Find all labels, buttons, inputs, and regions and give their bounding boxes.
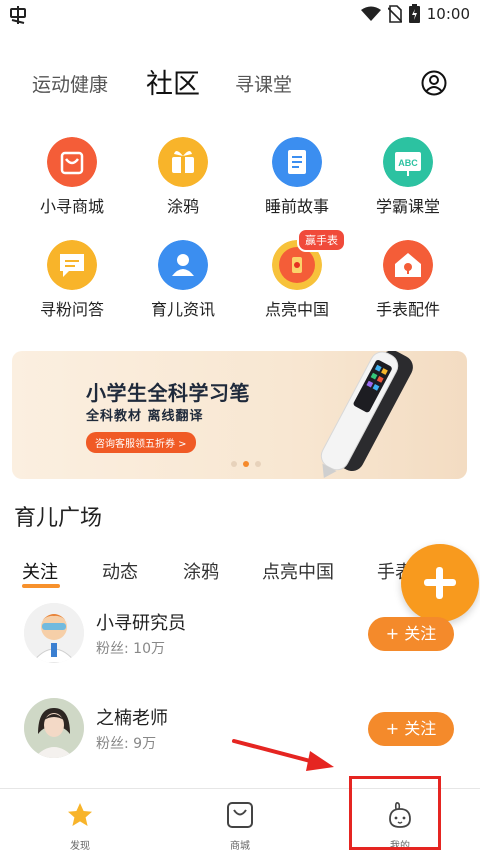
subtab-following[interactable]: 关注 bbox=[22, 558, 58, 584]
grid-label: 学霸课堂 bbox=[375, 197, 440, 216]
banner-subtitle: 全科教材 离线翻译 bbox=[86, 409, 204, 424]
grid-item-watch-accessories[interactable]: 手表配件 bbox=[358, 240, 458, 330]
star-icon bbox=[68, 803, 92, 826]
banner-title: 小学生全科学习笔 bbox=[86, 381, 250, 405]
grid-label: 手表配件 bbox=[375, 300, 440, 319]
carousel-dots bbox=[231, 461, 261, 467]
avatar[interactable] bbox=[24, 603, 84, 663]
grid-item-qa[interactable]: 寻粉问答 bbox=[22, 240, 122, 330]
nav-mall[interactable]: 商城 bbox=[160, 789, 320, 853]
no-sim-icon bbox=[387, 4, 402, 23]
active-tab-underline bbox=[22, 584, 60, 588]
carousel-dot[interactable] bbox=[231, 461, 237, 467]
avatar[interactable] bbox=[24, 698, 84, 758]
user-name: 小寻研究员 bbox=[96, 613, 186, 634]
promo-banner[interactable]: 小学生全科学习笔 全科教材 离线翻译 咨询客服领五折券 > bbox=[12, 351, 467, 479]
wifi-icon bbox=[360, 6, 381, 21]
tab-community[interactable]: 社区 bbox=[146, 62, 200, 101]
researcher-avatar-icon bbox=[24, 603, 84, 663]
abc-board-icon: ABC bbox=[383, 137, 433, 187]
nav-label: 商城 bbox=[230, 841, 250, 852]
bag-icon bbox=[227, 802, 253, 828]
shop-bag-icon bbox=[47, 137, 97, 187]
grid-label: 涂鸦 bbox=[166, 197, 199, 216]
grid-label: 睡前故事 bbox=[264, 197, 329, 216]
user-fans-count: 粉丝: 10万 bbox=[96, 641, 165, 657]
highlight-box bbox=[349, 776, 441, 850]
grid-item-light-china[interactable]: 赢手表 点亮中国 bbox=[247, 228, 347, 330]
banner-coupon-button[interactable]: 咨询客服领五折券 > bbox=[86, 432, 196, 453]
tab-sports-health[interactable]: 运动健康 bbox=[32, 70, 108, 97]
learning-pen-image bbox=[320, 351, 413, 478]
nav-discover[interactable]: 发现 bbox=[0, 789, 160, 853]
carousel-dot[interactable] bbox=[255, 461, 261, 467]
plus-icon-vertical bbox=[436, 567, 443, 599]
grid-item-parenting-news[interactable]: 育儿资讯 bbox=[133, 240, 233, 330]
user-fans-count: 粉丝: 9万 bbox=[96, 736, 157, 752]
grid-label: 点亮中国 bbox=[264, 300, 329, 319]
chat-bubble-icon bbox=[47, 240, 97, 290]
user-name: 之楠老师 bbox=[96, 708, 168, 729]
status-time: 10:00 bbox=[426, 4, 470, 23]
grid-label: 小寻商城 bbox=[39, 197, 104, 216]
grid-item-study-class[interactable]: ABC 学霸课堂 bbox=[358, 137, 458, 227]
grid-item-bedtime-story[interactable]: 睡前故事 bbox=[247, 137, 347, 227]
battery-charging-icon bbox=[408, 4, 420, 23]
nav-label: 发现 bbox=[70, 841, 90, 852]
app-notification-icon bbox=[10, 6, 26, 24]
tab-class[interactable]: 寻课堂 bbox=[235, 70, 292, 97]
subtab-light-china[interactable]: 点亮中国 bbox=[262, 558, 334, 584]
annotation-arrow-icon bbox=[232, 739, 334, 771]
status-bar: 10:00 bbox=[0, 0, 480, 30]
svg-text:ABC: ABC bbox=[398, 158, 418, 168]
section-title: 育儿广场 bbox=[14, 506, 103, 531]
grid-label: 寻粉问答 bbox=[39, 300, 104, 319]
win-watch-badge: 赢手表 bbox=[297, 228, 346, 252]
follow-button[interactable]: + 关注 bbox=[368, 712, 454, 746]
carousel-dot-active[interactable] bbox=[243, 461, 249, 467]
top-tab-bar: 运动健康 社区 寻课堂 bbox=[0, 58, 480, 106]
subtab-doodle[interactable]: 涂鸦 bbox=[183, 558, 219, 584]
grid-label: 育儿资讯 bbox=[150, 300, 215, 319]
follow-button[interactable]: + 关注 bbox=[368, 617, 454, 651]
teacher-avatar-icon bbox=[24, 698, 84, 758]
gift-icon bbox=[158, 137, 208, 187]
book-icon bbox=[272, 137, 322, 187]
user-list-item[interactable]: 小寻研究员 粉丝: 10万 + 关注 bbox=[0, 603, 480, 673]
grid-item-shop[interactable]: 小寻商城 bbox=[22, 137, 122, 227]
person-card-icon bbox=[158, 240, 208, 290]
profile-icon[interactable] bbox=[421, 70, 447, 96]
house-lock-icon bbox=[383, 240, 433, 290]
grid-item-doodle[interactable]: 涂鸦 bbox=[133, 137, 233, 227]
subtab-moments[interactable]: 动态 bbox=[102, 558, 138, 584]
